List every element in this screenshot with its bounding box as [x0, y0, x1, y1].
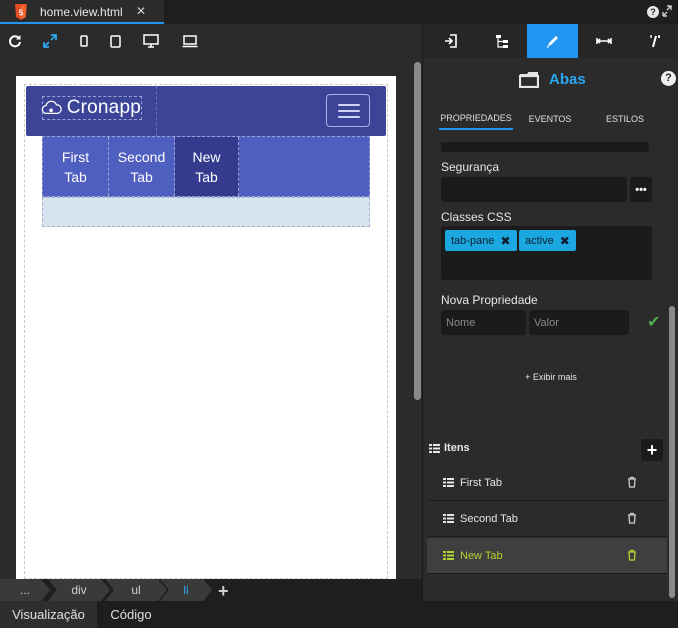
close-icon[interactable]: ✕	[136, 4, 146, 18]
remove-icon[interactable]: ✖	[560, 234, 570, 248]
refresh-icon[interactable]	[6, 32, 24, 50]
design-canvas: Cronapp First Tab Second Tab New Tab	[0, 58, 412, 579]
list-item[interactable]: First Tab	[427, 465, 667, 501]
tab-first-label: First Tab	[61, 148, 90, 185]
help-icon[interactable]: ?	[647, 6, 659, 18]
breadcrumb-item[interactable]: ...	[0, 579, 50, 601]
security-input[interactable]	[441, 177, 627, 202]
tab-visualizacao[interactable]: Visualização	[0, 601, 97, 628]
breadcrumb-item-active[interactable]: li	[160, 579, 212, 601]
property-subtabs: PROPRIEDADES EVENTOS ESTILOS	[423, 108, 678, 132]
css-class-chip-label: tab-pane	[451, 234, 495, 247]
view-tabs: Visualização Código	[0, 601, 678, 628]
menu-toggle-button[interactable]	[326, 94, 370, 127]
breadcrumb-item[interactable]: div	[48, 579, 110, 601]
items-label: Itens	[444, 442, 470, 454]
laptop-icon[interactable]	[181, 32, 199, 50]
trash-icon[interactable]	[627, 512, 637, 524]
subtab-eventos[interactable]: EVENTOS	[519, 108, 581, 130]
breadcrumb: ... div ul li +	[0, 579, 422, 601]
css-classes-label: Classes CSS	[441, 210, 512, 224]
add-item-button[interactable]: +	[641, 439, 663, 461]
more-options-button[interactable]: •••	[630, 177, 652, 202]
logo-text: Cronapp	[66, 97, 141, 118]
folder-icon	[519, 72, 539, 88]
tab-pane[interactable]	[42, 197, 370, 227]
tab-new-label: New Tab	[192, 148, 221, 185]
panel-scrollbar[interactable]	[669, 306, 675, 598]
desktop-icon[interactable]	[142, 32, 160, 50]
css-classes-field[interactable]: tab-pane ✖ active ✖	[441, 226, 652, 280]
navbar[interactable]: Cronapp	[26, 86, 386, 136]
tablet-icon[interactable]	[106, 32, 124, 50]
subtab-propriedades[interactable]: PROPRIEDADES	[439, 108, 513, 130]
list-icon	[443, 478, 454, 487]
scrollbar-thumb[interactable]	[414, 62, 421, 400]
tab-second[interactable]: Second Tab	[109, 137, 175, 196]
import-icon[interactable]	[425, 24, 476, 58]
magic-icon[interactable]	[629, 24, 678, 58]
breadcrumb-item[interactable]: ul	[105, 579, 167, 601]
list-icon	[443, 514, 454, 523]
add-element-button[interactable]: +	[218, 581, 229, 602]
show-more-link[interactable]: + Exibir mais	[423, 372, 678, 382]
subtab-estilos[interactable]: ESTILOS	[595, 108, 655, 130]
component-title: Abas	[549, 71, 586, 88]
list-icon	[443, 551, 454, 560]
list-item[interactable]: Second Tab	[427, 501, 667, 537]
html5-icon: 5	[15, 4, 27, 20]
tab-second-label: Second Tab	[117, 148, 166, 185]
file-tab[interactable]: 5 home.view.html ✕	[0, 0, 164, 24]
help-icon[interactable]: ?	[661, 71, 676, 86]
logo[interactable]: Cronapp	[41, 96, 142, 120]
svg-text:5: 5	[19, 9, 24, 18]
phone-icon[interactable]	[75, 32, 93, 50]
navbar-divider	[156, 86, 157, 136]
list-item-label: New Tab	[460, 549, 503, 562]
list-icon	[429, 443, 440, 453]
ide-window: 5 home.view.html ✕ ? Cronapp First Tab S…	[0, 0, 678, 628]
check-icon[interactable]: ✔	[647, 312, 660, 332]
tab-first[interactable]: First Tab	[43, 137, 109, 196]
cloud-icon	[41, 100, 62, 115]
trash-icon[interactable]	[627, 476, 637, 488]
pencil-icon[interactable]	[527, 24, 578, 58]
property-name-input[interactable]	[441, 310, 526, 335]
tab-codigo[interactable]: Código	[97, 601, 165, 628]
property-value-input[interactable]	[529, 310, 629, 335]
properties-panel: Abas ? PROPRIEDADES EVENTOS ESTILOS Segu…	[422, 24, 678, 601]
page-preview: Cronapp First Tab Second Tab New Tab	[16, 76, 396, 579]
fit-screen-icon[interactable]	[41, 32, 59, 50]
trash-icon[interactable]	[627, 549, 637, 561]
preview-toolbar	[0, 24, 422, 58]
restore-window-icon[interactable]	[662, 5, 672, 17]
items-header: Itens	[429, 442, 470, 454]
resize-icon[interactable]	[578, 24, 629, 58]
list-item-label: First Tab	[460, 476, 502, 489]
security-label: Segurança	[441, 160, 500, 174]
remove-icon[interactable]: ✖	[500, 234, 510, 248]
panel-tabs	[423, 24, 678, 58]
new-property-label: Nova Propriedade	[441, 293, 538, 307]
list-item-label: Second Tab	[460, 512, 518, 525]
css-class-chip-label: active	[525, 234, 554, 247]
tree-icon[interactable]	[476, 24, 527, 58]
list-item-selected[interactable]: New Tab	[427, 538, 667, 574]
file-tab-bar: 5 home.view.html ✕ ?	[0, 0, 678, 24]
canvas-scrollbar[interactable]	[413, 58, 422, 600]
css-class-chip: tab-pane ✖	[445, 230, 517, 251]
previous-field[interactable]	[441, 142, 649, 152]
tab-new[interactable]: New Tab	[175, 137, 239, 196]
file-tab-name: home.view.html	[40, 5, 123, 19]
tabs-nav: First Tab Second Tab New Tab	[42, 136, 370, 197]
css-class-chip: active ✖	[519, 230, 576, 251]
